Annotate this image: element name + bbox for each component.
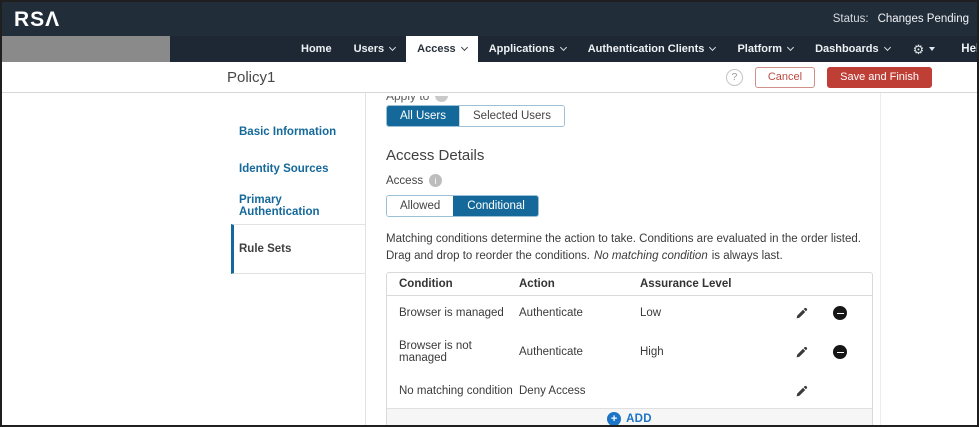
table-row: No matching condition Deny Access [387,374,872,408]
cell-condition: Browser is not managed [399,340,519,364]
section-title: Access Details [386,147,977,164]
status-indicator: Status: Changes Pending [833,13,969,25]
help-icon[interactable]: ? [726,69,743,86]
nav-item-label: Home [301,43,332,55]
cancel-button[interactable]: Cancel [755,67,815,88]
app-window: RSΛ Status: Changes Pending Home Users A… [0,0,979,427]
chevron-down-icon [787,44,794,51]
chevron-down-icon [560,44,567,51]
clipped-scrolled-row: Apply to [386,96,977,104]
page-actions: ? Cancel Save and Finish [726,67,977,88]
table-row: Browser is not managed Authenticate High [387,330,872,374]
admin-settings-menu[interactable]: ⚙ [901,36,948,62]
nav-item[interactable]: Users [343,36,407,62]
cell-assurance: Low [640,307,782,319]
user-scope-tab[interactable]: Selected Users [459,106,564,126]
top-banner: RSΛ Status: Changes Pending [2,2,977,36]
column-header-assurance: Assurance Level [640,278,782,290]
caret-down-icon [929,47,935,51]
table-row: Browser is managed Authenticate Low [387,296,872,330]
policy-sidebar: Basic Information Identity Sources Prima… [2,93,366,425]
masked-region [2,36,170,62]
cell-condition: Browser is managed [399,307,519,319]
nav-item[interactable]: Authentication Clients [577,36,727,62]
nav-item[interactable]: Dashboards [804,36,901,62]
nav-item-label: Access [417,43,456,55]
page-body: Basic Information Identity Sources Prima… [2,93,977,425]
main-nav: Home Users Access Applications Authentic… [2,36,977,62]
nav-item-label: Users [354,43,385,55]
clipped-label: Apply to [386,96,429,103]
nav-item[interactable]: Access [406,36,478,62]
conditions-description: Matching conditions determine the action… [386,231,864,264]
cell-assurance: High [640,346,782,358]
sidebar-item[interactable]: Rule Sets [231,224,365,274]
sidebar-item-label: Rule Sets [239,243,291,255]
nav-item-label: Dashboards [815,43,879,55]
cell-action: Authenticate [519,307,640,319]
nav-menu: Home Users Access Applications Authentic… [290,36,901,62]
sidebar-item-label: Primary Authentication [239,194,365,218]
user-scope-tab[interactable]: All Users [387,106,459,126]
edit-icon[interactable] [782,385,820,398]
sidebar-nav-list: Basic Information Identity Sources Prima… [231,113,365,274]
sidebar-item[interactable]: Primary Authentication [231,187,365,224]
nav-item-label: Authentication Clients [588,43,705,55]
sidebar-item-label: Basic Information [239,126,336,138]
conditions-table: Condition Action Assurance Level Browser… [386,272,873,427]
sidebar-item[interactable]: Identity Sources [231,150,365,187]
plus-icon: + [607,412,621,426]
column-header-condition: Condition [399,278,519,290]
nav-item[interactable]: Home [290,36,343,62]
rsa-logo: RSΛ [14,9,60,30]
page-title: Policy1 [227,69,275,86]
save-and-finish-button[interactable]: Save and Finish [827,67,932,88]
user-scope-tabs: All UsersSelected Users [386,105,565,127]
chevron-down-icon [461,44,468,51]
info-icon[interactable]: i [429,174,442,187]
description-italic: No matching condition [594,250,708,262]
access-mode-tab[interactable]: Conditional [453,196,538,216]
gear-icon: ⚙ [913,43,925,56]
nav-item[interactable]: Platform [726,36,804,62]
column-header-action: Action [519,278,640,290]
cell-action: Authenticate [519,346,640,358]
chevron-down-icon [389,44,396,51]
info-icon [435,96,448,102]
edit-icon[interactable] [782,346,820,359]
description-text-2: is always last. [712,250,783,262]
add-label: ADD [626,413,652,425]
nav-item-label: Platform [737,43,782,55]
content-area: Apply to All UsersSelected Users Access … [366,93,977,425]
access-label: Access [386,175,423,187]
add-condition-button[interactable]: + ADD [387,408,872,427]
edit-icon[interactable] [782,307,820,320]
status-value: Changes Pending [878,13,969,25]
nav-item-help[interactable]: Help [947,36,979,62]
cell-condition: No matching condition [399,385,519,397]
nav-item-label: Applications [489,43,555,55]
access-mode-tabs: AllowedConditional [386,195,539,217]
access-mode-tab[interactable]: Allowed [387,196,453,216]
remove-icon[interactable] [820,306,860,320]
nav-item[interactable]: Applications [478,36,577,62]
access-field-label: Access i [386,174,977,187]
page-header: Policy1 ? Cancel Save and Finish [2,62,977,93]
remove-icon[interactable] [820,345,860,359]
table-header-row: Condition Action Assurance Level [387,273,872,296]
sidebar-item-label: Identity Sources [239,163,328,175]
status-label: Status: [833,13,869,25]
cell-action: Deny Access [519,385,640,397]
chevron-down-icon [709,44,716,51]
sidebar-item[interactable]: Basic Information [231,113,365,150]
chevron-down-icon [884,44,891,51]
